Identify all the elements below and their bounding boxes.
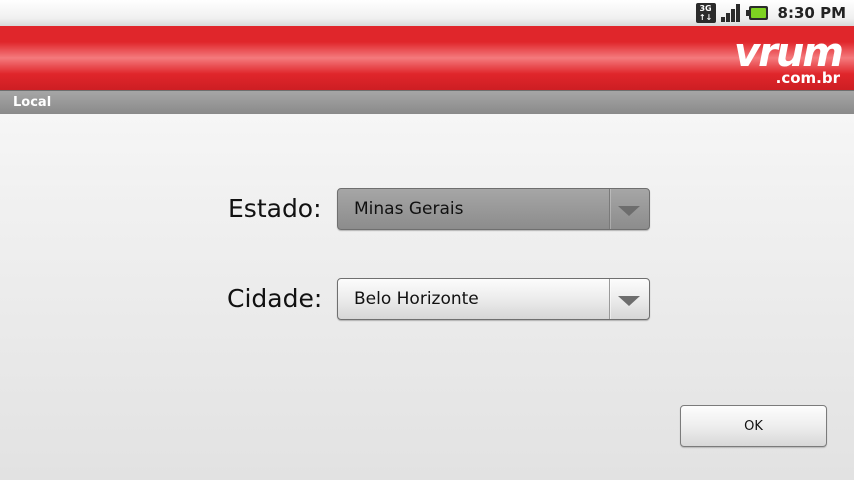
estado-selected-value: Minas Gerais [354,199,464,219]
section-title-bar: Local [0,90,854,114]
section-title: Local [13,95,52,110]
network-activity-label: ↑↓ [698,13,713,22]
cidade-selected-value: Belo Horizonte [354,289,479,309]
cidade-select-divider [609,279,610,319]
cidade-label: Cidade: [227,284,323,313]
cidade-select[interactable]: Belo Horizonte [337,278,650,320]
battery-icon [745,5,768,21]
3g-data-icon: 3G ↑↓ [695,3,716,23]
chevron-down-icon [618,206,640,216]
logo-domain-text: .com.br [776,69,841,86]
status-bar: 3G ↑↓ 8:30 PM [0,0,854,26]
status-clock: 8:30 PM [777,4,846,22]
vrum-logo: vrum .com.br [734,30,844,86]
app-header: vrum .com.br [0,26,854,90]
signal-strength-icon [720,3,742,23]
estado-label: Estado: [228,194,322,223]
chevron-down-icon [618,296,640,306]
estado-select-divider [609,189,610,229]
estado-select[interactable]: Minas Gerais [337,188,650,230]
ok-button[interactable]: OK [680,405,827,447]
network-type-label: 3G [699,4,712,13]
